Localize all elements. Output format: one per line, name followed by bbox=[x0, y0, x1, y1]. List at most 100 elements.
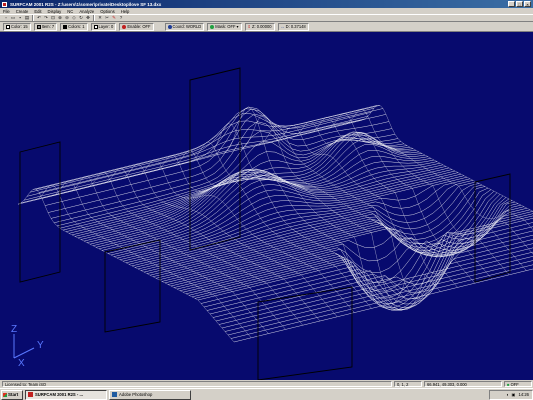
system-tray: ◖ ▣ 14:26 bbox=[489, 389, 533, 400]
menu-file[interactable]: File bbox=[3, 9, 10, 14]
d-value-field[interactable]: ↔ D: 0.37148 bbox=[277, 22, 309, 31]
menu-nc[interactable]: NC bbox=[67, 9, 73, 14]
coord-selector[interactable]: Coord: WORLD bbox=[164, 22, 205, 31]
pan-icon[interactable]: ✥ bbox=[85, 15, 91, 21]
close-button[interactable]: × bbox=[524, 1, 531, 7]
item-swatch-icon bbox=[36, 24, 41, 29]
cut-icon[interactable]: ✂ bbox=[104, 15, 110, 21]
save-icon[interactable]: ▪ bbox=[17, 15, 23, 21]
menu-edit[interactable]: Edit bbox=[34, 9, 41, 14]
menu-options[interactable]: Options bbox=[100, 9, 114, 14]
color-selector[interactable]: Color: 15 bbox=[3, 22, 31, 31]
mesh-line bbox=[191, 213, 533, 311]
windows-taskbar: Start SURFCAM 2001 R2S - ... Adobe Photo… bbox=[0, 388, 533, 400]
axis-z-label: Z bbox=[11, 324, 17, 335]
start-button[interactable]: Start bbox=[1, 389, 23, 400]
fixture-frame bbox=[104, 239, 161, 333]
help-icon[interactable]: ? bbox=[118, 15, 124, 21]
item-label: Item: 7 bbox=[41, 24, 55, 29]
volume-icon[interactable]: ◖ bbox=[506, 392, 509, 397]
color-label: Color: 15 bbox=[11, 24, 28, 29]
graphics-viewport[interactable]: Z Y X bbox=[0, 32, 533, 380]
window-title: SURFCAM 2001 R2S - Z:\users\1\somer\priv… bbox=[10, 1, 162, 7]
axis-triad: Z Y X bbox=[11, 324, 44, 369]
window-controls: _ □ × bbox=[508, 1, 531, 7]
mesh-line bbox=[189, 141, 407, 301]
mesh-line bbox=[44, 108, 390, 206]
enable-toggle[interactable]: Enable: OFF bbox=[119, 22, 154, 31]
status-bar: Licensed to: Team iSO 0, 1, 2 66.941, 49… bbox=[0, 380, 533, 388]
enable-label: Enable: OFF bbox=[127, 24, 151, 29]
layer-swatch-icon bbox=[93, 24, 98, 29]
zoom-window-icon[interactable]: ⊡ bbox=[50, 15, 56, 21]
photoshop-task-label: Adobe Photoshop bbox=[119, 392, 153, 397]
license-text: Licensed to: Team iSO bbox=[5, 381, 47, 387]
axis-x-label: X bbox=[18, 358, 25, 369]
menu-analyze[interactable]: Analyze bbox=[79, 9, 94, 14]
wireframe-model: Z Y X bbox=[11, 67, 533, 380]
zoom-out-icon[interactable]: ⊖ bbox=[64, 15, 70, 21]
mesh-line bbox=[56, 139, 402, 227]
mask-toggle[interactable]: Mask: OFF ▾ bbox=[207, 22, 242, 31]
coord-label: Coord: WORLD bbox=[172, 24, 202, 29]
maximize-button[interactable]: □ bbox=[516, 1, 523, 7]
print-icon[interactable]: ▤ bbox=[24, 15, 30, 21]
new-file-icon[interactable]: ▫ bbox=[3, 15, 9, 21]
snap-indicator[interactable]: ■ OFF bbox=[504, 381, 532, 387]
open-file-icon[interactable]: ▭ bbox=[10, 15, 16, 21]
photoshop-task-icon bbox=[112, 392, 117, 397]
snap-icon: ■ bbox=[507, 381, 510, 387]
coordinate-text: 66.941, 49.303, 0.000 bbox=[427, 381, 467, 387]
surfcam-app-icon[interactable] bbox=[2, 1, 7, 7]
color-swatch-icon bbox=[6, 24, 10, 29]
mesh-line bbox=[71, 132, 417, 236]
mesh-line bbox=[293, 121, 510, 275]
view-text: 0, 1, 2 bbox=[397, 381, 409, 387]
colors-label: Colors: 1 bbox=[68, 24, 85, 29]
fixture-frame bbox=[19, 141, 61, 283]
redo-icon[interactable]: ↷ bbox=[43, 15, 49, 21]
network-icon[interactable]: ▣ bbox=[512, 392, 516, 397]
windows-logo-icon bbox=[3, 392, 7, 397]
mesh-line bbox=[197, 217, 533, 311]
fixture-frame bbox=[257, 286, 353, 380]
edit-icon[interactable]: ✎ bbox=[111, 15, 117, 21]
license-status: Licensed to: Team iSO bbox=[2, 381, 392, 387]
z-depth-field[interactable]: ⇕ Z: 0.00000 bbox=[244, 22, 275, 31]
view-indicator: 0, 1, 2 bbox=[394, 381, 422, 387]
globe-icon bbox=[167, 24, 172, 29]
coordinate-readout: 66.941, 49.303, 0.000 bbox=[424, 381, 502, 387]
item-selector[interactable]: Item: 7 bbox=[33, 22, 58, 31]
main-toolbar: ▫ ▭ ▪ ▤ ↶ ↷ ⊡ ⊕ ⊖ ◇ ↻ ✥ ✕ ✂ ✎ ? bbox=[0, 14, 533, 22]
title-bar: SURFCAM 2001 R2S - Z:\users\1\somer\priv… bbox=[0, 0, 533, 8]
layer-label: Layer: 0 bbox=[98, 24, 114, 29]
menu-help[interactable]: Help bbox=[121, 9, 130, 14]
surfcam-task-label: SURFCAM 2001 R2S - ... bbox=[35, 392, 83, 397]
menu-create[interactable]: Create bbox=[16, 9, 29, 14]
surfcam-task-icon bbox=[28, 392, 33, 397]
undo-icon[interactable]: ↶ bbox=[36, 15, 42, 21]
clock: 14:26 bbox=[518, 392, 529, 397]
layer-selector[interactable]: Layer: 0 bbox=[90, 22, 117, 31]
d-value-label: D: 0.37148 bbox=[285, 24, 306, 29]
snap-text: OFF bbox=[510, 381, 519, 387]
zoom-fit-icon[interactable]: ◇ bbox=[71, 15, 77, 21]
menu-display[interactable]: Display bbox=[48, 9, 62, 14]
taskbar-surfcam[interactable]: SURFCAM 2001 R2S - ... bbox=[25, 389, 107, 400]
z-depth-label: Z: 0.00000 bbox=[251, 24, 272, 29]
d-value-icon: ↔ bbox=[280, 24, 285, 29]
taskbar-photoshop[interactable]: Adobe Photoshop bbox=[109, 389, 191, 400]
rotate-icon[interactable]: ↻ bbox=[78, 15, 84, 21]
start-label: Start bbox=[8, 392, 19, 397]
axis-y-label: Y bbox=[37, 340, 44, 351]
colors-selector[interactable]: Colors: 1 bbox=[60, 22, 88, 31]
z-depth-icon: ⇕ bbox=[247, 24, 251, 29]
mask-icon bbox=[210, 24, 215, 29]
zoom-in-icon[interactable]: ⊕ bbox=[57, 15, 63, 21]
minimize-button[interactable]: _ bbox=[508, 1, 515, 7]
colors-swatch-icon bbox=[63, 24, 68, 29]
toolbar-separator bbox=[32, 15, 34, 21]
chevron-down-icon[interactable]: ▾ bbox=[236, 24, 238, 29]
delete-icon[interactable]: ✕ bbox=[97, 15, 103, 21]
enable-icon bbox=[122, 24, 127, 29]
